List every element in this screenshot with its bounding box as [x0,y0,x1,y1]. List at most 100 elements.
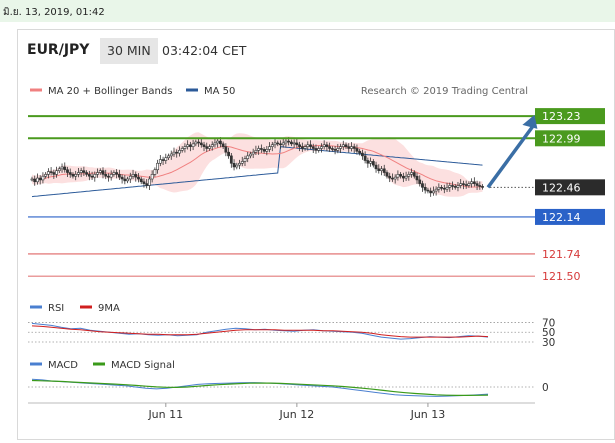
candle-body [229,155,233,164]
candle-body [33,178,37,183]
resistance-value: 123.23 [542,110,581,123]
bollinger-band [32,132,483,197]
candle-body [79,170,83,173]
candle-body [325,144,329,147]
candle-body [137,176,140,180]
candle-body [197,141,200,144]
candle-body [172,151,176,155]
candle-body [46,171,50,175]
candle-body [227,151,230,157]
candle-body [238,162,241,166]
candle-body [224,146,228,153]
candle-body [148,178,151,186]
candle-body [328,146,332,149]
candle-body [243,158,247,162]
candle-body [98,170,102,173]
candle-body [287,140,291,143]
candle-body [475,183,479,186]
candle-body [254,150,258,153]
candle-body [350,146,353,149]
candle-body [55,170,58,175]
candle-body [169,153,173,157]
candle-body [262,149,266,152]
candle-body [374,164,378,170]
resistance-value: 122.99 [542,132,581,145]
candle-body [221,143,225,147]
candle-body [330,148,334,150]
candle-body [445,187,449,190]
candle-body [281,142,285,146]
candle-body [38,177,42,181]
candle-body [333,149,337,151]
candle-body [36,177,39,183]
candle-body [145,183,149,186]
candle-body [352,146,356,149]
candle-body [60,166,64,170]
time-tick-label: Jun 13 [410,408,446,421]
candle-body [268,146,271,150]
candle-body [153,169,157,175]
time-axis: Jun 11 Jun 12 Jun 13 [147,403,445,421]
legend-macd-label: MACD [48,360,78,371]
candle-body [369,161,372,164]
candle-body [41,175,45,181]
candle-body [407,174,411,177]
candle-body [380,168,383,171]
candle-body [391,177,394,180]
candle-body [440,187,443,189]
candle-body [396,174,400,178]
candle-body [68,172,72,175]
candle-body [270,144,274,147]
candle-body [57,168,61,171]
candle-body [317,148,321,151]
candle-body [456,185,460,188]
candle-body [93,174,97,178]
candle-body [158,159,162,164]
candle-body [371,161,375,166]
candle-body [303,146,307,149]
candle-body [344,144,348,147]
forecast-arrow-shaft [486,125,534,189]
candle-body [101,170,105,175]
candle-body [284,140,288,144]
candle-body [290,141,293,145]
macd-signal-line [31,379,489,396]
candle-body [355,148,359,152]
legend-9ma-label: 9MA [98,303,120,314]
candle-body [183,146,187,149]
candle-body [423,187,427,191]
candle-body [131,174,135,177]
candle-body [63,166,67,171]
candle-body [341,144,345,147]
candle-body [339,146,342,149]
candle-body [66,169,69,173]
candle-body [453,186,457,188]
candle-body [109,174,113,178]
candle-body [437,187,441,190]
candle-body [481,186,484,188]
candle-body [360,152,364,157]
candle-body [139,178,143,183]
candle-body [120,176,124,180]
candle-body [213,142,217,146]
candle-body [71,174,75,177]
rsi-panel: 705030 [28,317,555,349]
candle-body [276,142,280,145]
candle-body [87,174,91,177]
candle-body [388,175,392,179]
support-value: 122.14 [542,211,581,224]
candle-body [191,143,195,147]
candle-body [399,174,403,177]
candle-body [464,184,468,186]
candle-body [205,146,209,149]
candle-body [415,175,419,181]
candle-body [235,164,239,168]
candle-body [85,172,89,175]
candle-body [82,170,86,173]
candle-body [462,183,465,185]
current-price-value: 122.46 [542,181,581,194]
candle-body [300,146,304,149]
candle-body [448,185,452,188]
candle-body [431,190,435,194]
candle-body [470,181,474,184]
